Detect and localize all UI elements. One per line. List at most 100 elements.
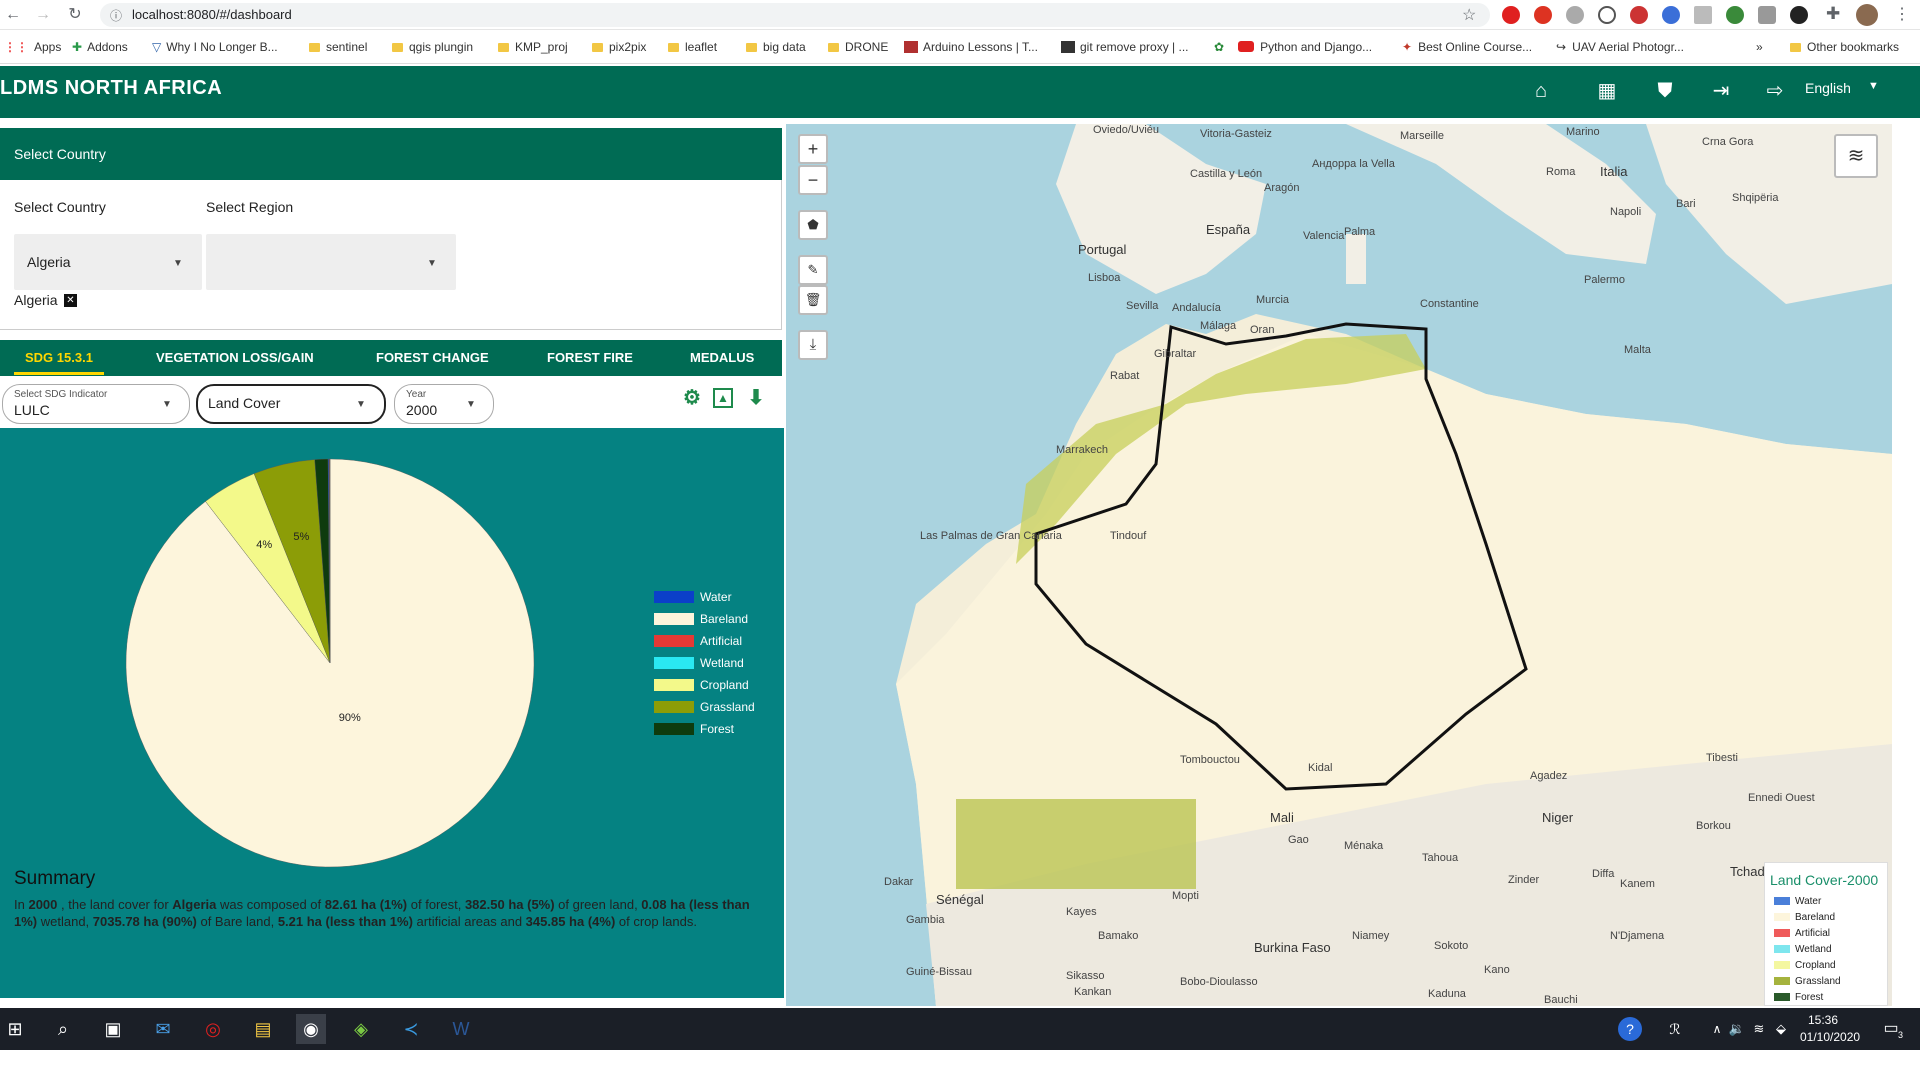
star-icon[interactable]: ☆ bbox=[1462, 5, 1476, 25]
notification-count: 3 bbox=[1898, 1030, 1904, 1040]
login-icon[interactable]: ⇥ bbox=[1708, 78, 1734, 104]
download-icon[interactable]: ⬇ bbox=[744, 386, 768, 410]
document-extension-icon[interactable] bbox=[1694, 6, 1712, 24]
tab-sdg-15-3-1[interactable]: SDG 15.3.1 bbox=[25, 350, 93, 365]
bookmark-item[interactable]: leaflet bbox=[668, 40, 717, 54]
dashboard-icon[interactable]: ▦ bbox=[1594, 78, 1620, 104]
chevron-down-icon[interactable]: ▼ bbox=[1868, 80, 1879, 92]
info-icon[interactable]: ⓘ bbox=[110, 7, 122, 24]
windows-start-icon[interactable]: ⊞ bbox=[0, 1014, 30, 1044]
bookmark-item[interactable]: ✦ Best Online Course... bbox=[1402, 40, 1532, 54]
bookmark-item[interactable]: big data bbox=[746, 40, 806, 54]
vpn-extension-icon[interactable] bbox=[1662, 6, 1680, 24]
opera-icon[interactable]: ◎ bbox=[198, 1014, 228, 1044]
code-extension-icon[interactable] bbox=[1758, 6, 1776, 24]
address-bar[interactable] bbox=[100, 3, 1490, 27]
settings-icon[interactable]: ⚙ bbox=[680, 386, 704, 410]
forward-icon[interactable]: → bbox=[32, 4, 54, 26]
bookmark-item[interactable]: Arduino Lessons | T... bbox=[904, 40, 1038, 54]
search-icon[interactable]: ⌕ bbox=[48, 1014, 78, 1044]
chevron-down-icon[interactable]: ▼ bbox=[162, 399, 172, 410]
puzzle-icon[interactable]: ✚ bbox=[1826, 4, 1840, 24]
folder-icon bbox=[498, 43, 509, 52]
mega-extension-icon[interactable] bbox=[1534, 6, 1552, 24]
bookmark-item[interactable]: KMP_proj bbox=[498, 40, 568, 54]
legend-label: Wetland bbox=[1795, 944, 1832, 955]
home-icon[interactable]: ⌂ bbox=[1528, 78, 1554, 104]
clock-extension-icon[interactable] bbox=[1598, 6, 1616, 24]
map-place-label: Vitoria-Gasteiz bbox=[1200, 128, 1272, 140]
tab-forest-change[interactable]: FOREST CHANGE bbox=[376, 350, 489, 365]
explorer-icon[interactable]: ▤ bbox=[248, 1014, 278, 1044]
zoom-in-button[interactable]: + bbox=[798, 134, 828, 164]
other-bookmarks[interactable]: Other bookmarks bbox=[1790, 40, 1899, 54]
legend-label: Grassland bbox=[1795, 976, 1841, 987]
logout-icon[interactable]: ⇨ bbox=[1762, 78, 1788, 104]
map-place-label: Tindouf bbox=[1110, 530, 1147, 542]
map-view[interactable] bbox=[786, 124, 1892, 1006]
trash-icon[interactable]: 🗑 bbox=[798, 285, 828, 315]
tab-medalus[interactable]: MEDALUS bbox=[690, 350, 754, 365]
reload-icon[interactable]: ↻ bbox=[64, 4, 86, 26]
summary-title: Summary bbox=[14, 868, 96, 889]
layers-icon[interactable]: ≋ bbox=[1834, 134, 1878, 178]
map-place-label: Shqipëria bbox=[1732, 192, 1779, 204]
bookmark-item[interactable]: ✿ Python and Django... bbox=[1214, 40, 1372, 54]
dropbox-icon[interactable]: ⬙ bbox=[1766, 1014, 1796, 1044]
bookmark-item[interactable]: DRONE bbox=[828, 40, 888, 54]
extension-icon[interactable] bbox=[1790, 6, 1808, 24]
image-icon[interactable]: ▲ bbox=[713, 388, 733, 408]
country-chip: Algeria bbox=[14, 292, 58, 308]
vscode-icon[interactable]: ≺ bbox=[396, 1014, 426, 1044]
shield-icon[interactable]: ⛊ bbox=[1652, 78, 1678, 104]
bookmark-apps[interactable]: ⋮⋮ Apps bbox=[4, 40, 61, 54]
bookmark-item[interactable]: qgis plungin bbox=[392, 40, 473, 54]
download-icon[interactable]: ⤓ bbox=[798, 330, 828, 360]
store-icon[interactable]: ▣ bbox=[98, 1014, 128, 1044]
folder-icon bbox=[392, 43, 403, 52]
recycle-extension-icon[interactable] bbox=[1566, 6, 1584, 24]
bookmarks-overflow[interactable]: » bbox=[1756, 40, 1763, 54]
map-place-label: Sokoto bbox=[1434, 940, 1469, 952]
bookmark-item[interactable]: sentinel bbox=[309, 40, 367, 54]
map-canvas[interactable] bbox=[786, 124, 1892, 1006]
map-place-label: Bari bbox=[1676, 198, 1696, 210]
region-select[interactable] bbox=[206, 234, 456, 290]
tab-vegetation-loss-gain[interactable]: VEGETATION LOSS/GAIN bbox=[156, 350, 314, 365]
mail-icon[interactable]: ✉ bbox=[148, 1014, 178, 1044]
chrome-icon[interactable]: ◉ bbox=[296, 1014, 326, 1044]
edit-icon[interactable]: ✎ bbox=[798, 255, 828, 285]
map-place-label: Palma bbox=[1344, 226, 1376, 238]
language-select[interactable]: English bbox=[1805, 80, 1851, 96]
menu-icon[interactable]: ⋮ bbox=[1894, 4, 1910, 24]
bookmark-item[interactable]: ▽ Why I No Longer B... bbox=[152, 40, 278, 54]
word-icon[interactable]: W bbox=[446, 1014, 476, 1044]
avatar[interactable] bbox=[1856, 4, 1878, 26]
map-place-label: Sénégal bbox=[936, 892, 984, 907]
chevron-down-icon[interactable]: ▼ bbox=[427, 258, 437, 269]
people-icon[interactable]: ℛ bbox=[1660, 1014, 1690, 1044]
pie-chart: 90% 4% 5% bbox=[125, 458, 535, 868]
opera-extension-icon[interactable] bbox=[1502, 6, 1520, 24]
map-place-label: Castilla y León bbox=[1190, 168, 1263, 180]
draw-polygon-icon[interactable]: ⬟ bbox=[798, 210, 828, 240]
help-icon[interactable]: ? bbox=[1618, 1017, 1642, 1041]
map-legend-item: Artificial bbox=[1774, 928, 1830, 939]
bookmark-item[interactable]: pix2pix bbox=[592, 40, 646, 54]
map-place-label: Андорра la Vella bbox=[1312, 158, 1395, 170]
adblock-extension-icon[interactable] bbox=[1630, 6, 1648, 24]
chevron-down-icon[interactable]: ▼ bbox=[356, 399, 366, 410]
panel-title: Select Country bbox=[14, 146, 106, 162]
globe-extension-icon[interactable] bbox=[1726, 6, 1744, 24]
bookmark-item[interactable]: ↪ UAV Aerial Photogr... bbox=[1556, 40, 1684, 54]
map-place-label: Sevilla bbox=[1126, 300, 1159, 312]
chevron-down-icon[interactable]: ▼ bbox=[466, 399, 476, 410]
close-icon[interactable]: ✕ bbox=[64, 294, 77, 307]
zoom-out-button[interactable]: − bbox=[798, 165, 828, 195]
bookmark-addons[interactable]: ✚ Addons bbox=[72, 40, 128, 54]
bookmark-item[interactable]: git remove proxy | ... bbox=[1061, 40, 1189, 54]
tab-forest-fire[interactable]: FOREST FIRE bbox=[547, 350, 633, 365]
back-icon[interactable]: ← bbox=[2, 4, 24, 26]
qgis-icon[interactable]: ◈ bbox=[346, 1014, 376, 1044]
chevron-down-icon[interactable]: ▼ bbox=[173, 258, 183, 269]
